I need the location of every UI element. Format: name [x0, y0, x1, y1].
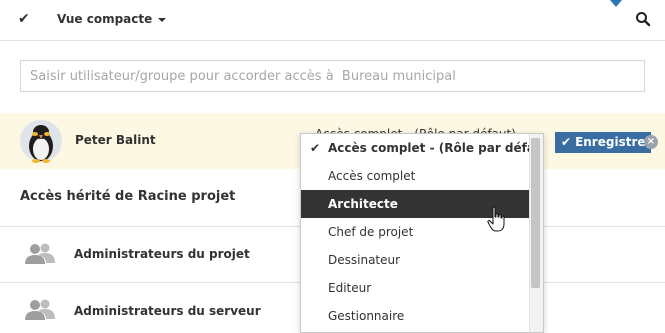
menu-item-label: Editeur [328, 281, 372, 295]
penguin-avatar [20, 120, 62, 163]
menu-item-label: Architecte [328, 197, 398, 211]
menu-item-acces-complet[interactable]: Accès complet [301, 162, 529, 190]
save-button[interactable]: ✔ Enregistrer [555, 132, 651, 153]
search-icon[interactable] [635, 11, 651, 27]
hand-pointer-cursor-icon [487, 206, 505, 232]
chevron-down-icon [158, 17, 167, 22]
checkmark-icon[interactable]: ✔ [18, 10, 34, 28]
view-mode-dropdown[interactable]: Vue compacte [57, 11, 167, 27]
menu-item-dessinateur[interactable]: Dessinateur [301, 246, 529, 274]
save-button-label: Enregistrer [575, 135, 651, 149]
menu-item-label: Dessinateur [328, 253, 401, 267]
menu-item-label: Accès complet [328, 169, 416, 183]
inherited-access-title: Accès hérité de Racine projet [20, 189, 236, 204]
checkmark-icon: ✔ [310, 141, 321, 155]
menu-item-acces-complet-defaut[interactable]: ✔ Accès complet - (Rôle par défaut) [301, 134, 543, 162]
role-dropdown-menu: ✔ Accès complet - (Rôle par défaut) Accès… [300, 133, 544, 333]
user-group-icon [25, 243, 55, 264]
group-label: Administrateurs du serveur [74, 304, 261, 318]
close-icon[interactable]: × [644, 135, 658, 149]
view-mode-label: Vue compacte [57, 12, 153, 26]
menu-item-gestionnaire[interactable]: Gestionnaire [301, 302, 529, 330]
menu-item-editeur[interactable]: Editeur [301, 274, 529, 302]
checkmark-icon: ✔ [561, 135, 572, 149]
dropdown-scroll-thumb[interactable] [531, 138, 540, 288]
panel-pointer-notch [610, 0, 622, 7]
menu-item-label: Chef de projet [328, 225, 414, 239]
user-group-search-input[interactable] [20, 60, 645, 92]
menu-item-label: Accès complet - (Rôle par défaut) [328, 141, 544, 155]
group-label: Administrateurs du projet [74, 247, 250, 261]
user-group-icon [25, 299, 55, 320]
user-name: Peter Balint [75, 133, 156, 147]
menu-item-label: Gestionnaire [328, 309, 405, 323]
